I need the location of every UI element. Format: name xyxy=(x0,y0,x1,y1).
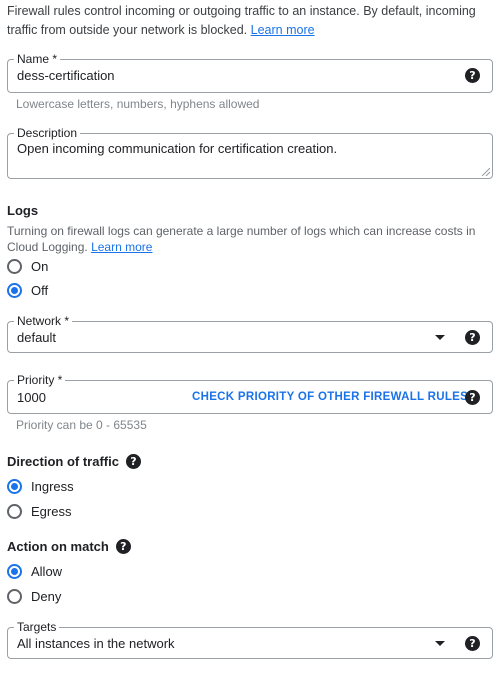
targets-value: All instances in the network xyxy=(17,636,175,651)
check-priority-button[interactable]: CHECK PRIORITY OF OTHER FIREWALL RULES xyxy=(192,391,468,403)
action-option-deny[interactable]: Deny xyxy=(7,587,61,605)
chevron-down-icon[interactable] xyxy=(435,335,445,340)
targets-help-icon[interactable]: ? xyxy=(465,636,480,651)
direction-title-row: Direction of traffic ? xyxy=(7,454,141,469)
description-field[interactable]: Description Open incoming communication … xyxy=(7,125,493,179)
direction-title: Direction of traffic xyxy=(7,454,119,469)
action-deny-label: Deny xyxy=(31,588,62,604)
targets-label: Targets xyxy=(14,619,60,635)
logs-option-on[interactable]: On xyxy=(7,257,48,275)
action-option-allow[interactable]: Allow xyxy=(7,562,62,580)
name-help-icon[interactable]: ? xyxy=(465,68,480,83)
action-title-row: Action on match ? xyxy=(7,539,131,554)
direction-ingress-label: Ingress xyxy=(31,478,74,494)
direction-help-icon[interactable]: ? xyxy=(125,454,141,469)
name-field[interactable]: Name * dess-certification ? xyxy=(7,51,493,93)
priority-help-icon[interactable]: ? xyxy=(465,390,480,405)
intro-text: Firewall rules control incoming or outgo… xyxy=(7,2,493,40)
action-title: Action on match xyxy=(7,539,109,554)
network-value: default xyxy=(17,330,57,345)
logs-description: Turning on firewall logs can generate a … xyxy=(7,223,493,255)
name-label: Name * xyxy=(14,51,61,67)
targets-select[interactable]: Targets All instances in the network ? xyxy=(7,619,493,659)
priority-hint: Priority can be 0 - 65535 xyxy=(16,418,147,432)
name-hint: Lowercase letters, numbers, hyphens allo… xyxy=(16,97,260,111)
description-textarea[interactable]: Open incoming communication for certific… xyxy=(17,141,337,156)
network-select[interactable]: Network * default ? xyxy=(7,313,493,353)
logs-option-off-label: Off xyxy=(31,282,49,298)
radio-icon[interactable] xyxy=(7,503,22,519)
network-label: Network * xyxy=(14,313,73,329)
action-allow-label: Allow xyxy=(31,563,63,579)
radio-checked-icon[interactable] xyxy=(7,478,22,494)
description-label: Description xyxy=(14,125,81,141)
direction-egress-label: Egress xyxy=(31,503,72,519)
direction-option-egress[interactable]: Egress xyxy=(7,502,71,520)
intro-description: Firewall rules control incoming or outgo… xyxy=(7,4,476,37)
logs-option-on-label: On xyxy=(31,258,49,274)
logs-learn-more-link[interactable]: Learn more xyxy=(91,240,152,254)
action-help-icon[interactable]: ? xyxy=(115,539,131,554)
priority-field[interactable]: Priority * 1000 CHECK PRIORITY OF OTHER … xyxy=(7,372,493,414)
logs-title: Logs xyxy=(7,203,39,218)
name-input[interactable]: dess-certification xyxy=(17,68,115,83)
radio-icon[interactable] xyxy=(7,588,22,604)
network-help-icon[interactable]: ? xyxy=(465,330,480,345)
resize-handle-icon[interactable] xyxy=(482,168,490,176)
radio-checked-icon[interactable] xyxy=(7,563,22,579)
intro-learn-more-link[interactable]: Learn more xyxy=(251,23,315,37)
radio-icon[interactable] xyxy=(7,258,22,274)
priority-input[interactable]: 1000 xyxy=(17,390,46,405)
logs-text: Turning on firewall logs can generate a … xyxy=(7,224,476,254)
logs-option-off[interactable]: Off xyxy=(7,281,48,299)
priority-label: Priority * xyxy=(14,372,66,388)
chevron-down-icon[interactable] xyxy=(435,641,445,646)
direction-option-ingress[interactable]: Ingress xyxy=(7,477,74,495)
radio-checked-icon[interactable] xyxy=(7,282,22,298)
